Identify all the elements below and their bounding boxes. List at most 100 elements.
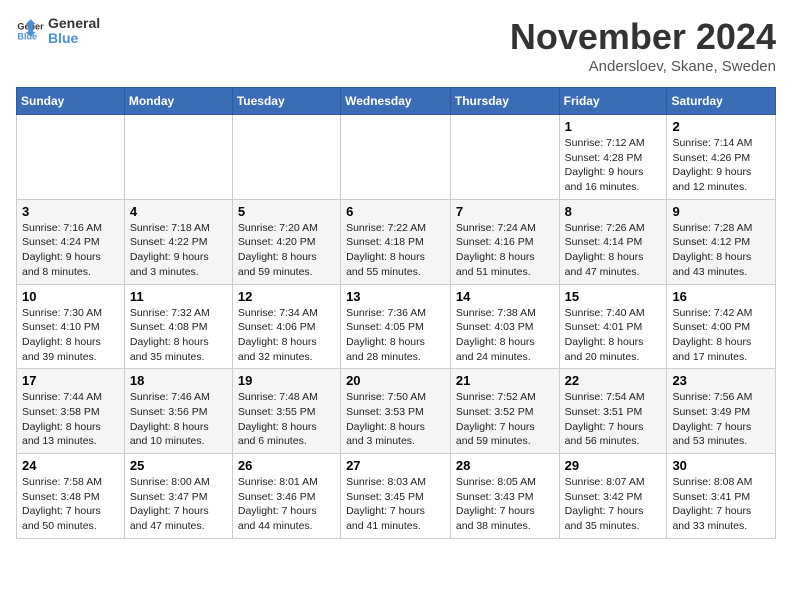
- logo-icon: General Blue: [16, 17, 44, 45]
- weekday-header-saturday: Saturday: [667, 88, 776, 115]
- calendar-cell: 12 Sunrise: 7:34 AM Sunset: 4:06 PM Dayli…: [232, 284, 340, 369]
- calendar-cell: 21Sunrise: 7:52 AM Sunset: 3:52 PM Dayli…: [450, 369, 559, 454]
- day-number: 12: [238, 289, 335, 304]
- day-number: 5: [238, 204, 335, 219]
- day-info: Sunrise: 8:08 AM Sunset: 3:41 PM Dayligh…: [672, 475, 770, 534]
- day-info: Sunrise: 7:46 AM Sunset: 3:56 PM Dayligh…: [130, 390, 227, 449]
- day-info: Sunrise: 7:38 AM Sunset: 4:03 PM Dayligh…: [456, 306, 554, 365]
- day-number: 16: [672, 289, 770, 304]
- day-info: Sunrise: 8:00 AM Sunset: 3:47 PM Dayligh…: [130, 475, 227, 534]
- calendar-cell: 11Sunrise: 7:32 AM Sunset: 4:08 PM Dayli…: [124, 284, 232, 369]
- logo: General Blue General Blue: [16, 16, 100, 47]
- calendar-week-row: 3 Sunrise: 7:16 AM Sunset: 4:24 PM Daylig…: [17, 199, 776, 284]
- calendar-table: SundayMondayTuesdayWednesdayThursdayFrid…: [16, 87, 776, 539]
- day-number: 11: [130, 289, 227, 304]
- day-number: 28: [456, 458, 554, 473]
- day-info: Sunrise: 7:24 AM Sunset: 4:16 PM Dayligh…: [456, 221, 554, 280]
- day-number: 18: [130, 373, 227, 388]
- weekday-header-thursday: Thursday: [450, 88, 559, 115]
- day-info: Sunrise: 8:03 AM Sunset: 3:45 PM Dayligh…: [346, 475, 445, 534]
- title-area: November 2024 Andersloev, Skane, Sweden: [510, 16, 776, 75]
- weekday-header-monday: Monday: [124, 88, 232, 115]
- day-info: Sunrise: 7:12 AM Sunset: 4:28 PM Dayligh…: [565, 136, 662, 195]
- day-info: Sunrise: 7:50 AM Sunset: 3:53 PM Dayligh…: [346, 390, 445, 449]
- calendar-cell: 22 Sunrise: 7:54 AM Sunset: 3:51 PM Dayli…: [559, 369, 667, 454]
- calendar-cell: 17Sunrise: 7:44 AM Sunset: 3:58 PM Dayli…: [17, 369, 125, 454]
- day-number: 23: [672, 373, 770, 388]
- day-number: 8: [565, 204, 662, 219]
- day-info: Sunrise: 7:44 AM Sunset: 3:58 PM Dayligh…: [22, 390, 119, 449]
- day-info: Sunrise: 7:14 AM Sunset: 4:26 PM Dayligh…: [672, 136, 770, 195]
- calendar-cell: 26Sunrise: 8:01 AM Sunset: 3:46 PM Dayli…: [232, 454, 340, 539]
- day-number: 4: [130, 204, 227, 219]
- calendar-cell: 29Sunrise: 8:07 AM Sunset: 3:42 PM Dayli…: [559, 454, 667, 539]
- day-number: 3: [22, 204, 119, 219]
- day-number: 26: [238, 458, 335, 473]
- day-info: Sunrise: 7:30 AM Sunset: 4:10 PM Dayligh…: [22, 306, 119, 365]
- calendar-week-row: 1 Sunrise: 7:12 AM Sunset: 4:28 PM Daylig…: [17, 115, 776, 200]
- day-info: Sunrise: 7:54 AM Sunset: 3:51 PM Dayligh…: [565, 390, 662, 449]
- header: General Blue General Blue November 2024 …: [16, 16, 776, 75]
- day-info: Sunrise: 8:05 AM Sunset: 3:43 PM Dayligh…: [456, 475, 554, 534]
- day-info: Sunrise: 7:20 AM Sunset: 4:20 PM Dayligh…: [238, 221, 335, 280]
- day-info: Sunrise: 7:42 AM Sunset: 4:00 PM Dayligh…: [672, 306, 770, 365]
- day-info: Sunrise: 7:16 AM Sunset: 4:24 PM Dayligh…: [22, 221, 119, 280]
- day-number: 22: [565, 373, 662, 388]
- weekday-header-wednesday: Wednesday: [341, 88, 451, 115]
- weekday-header-sunday: Sunday: [17, 88, 125, 115]
- day-info: Sunrise: 7:28 AM Sunset: 4:12 PM Dayligh…: [672, 221, 770, 280]
- day-number: 14: [456, 289, 554, 304]
- day-info: Sunrise: 7:34 AM Sunset: 4:06 PM Dayligh…: [238, 306, 335, 365]
- calendar-cell: 13 Sunrise: 7:36 AM Sunset: 4:05 PM Dayli…: [341, 284, 451, 369]
- calendar-cell: 5 Sunrise: 7:20 AM Sunset: 4:20 PM Daylig…: [232, 199, 340, 284]
- day-number: 13: [346, 289, 445, 304]
- calendar-cell: 19 Sunrise: 7:48 AM Sunset: 3:55 PM Dayli…: [232, 369, 340, 454]
- calendar-week-row: 17Sunrise: 7:44 AM Sunset: 3:58 PM Dayli…: [17, 369, 776, 454]
- location-title: Andersloev, Skane, Sweden: [510, 58, 776, 75]
- day-number: 27: [346, 458, 445, 473]
- day-number: 1: [565, 119, 662, 134]
- calendar-cell: 24 Sunrise: 7:58 AM Sunset: 3:48 PM Dayli…: [17, 454, 125, 539]
- day-number: 29: [565, 458, 662, 473]
- calendar-cell: 4 Sunrise: 7:18 AM Sunset: 4:22 PM Daylig…: [124, 199, 232, 284]
- day-number: 20: [346, 373, 445, 388]
- calendar-cell: [124, 115, 232, 200]
- day-number: 6: [346, 204, 445, 219]
- day-number: 30: [672, 458, 770, 473]
- calendar-cell: 28 Sunrise: 8:05 AM Sunset: 3:43 PM Dayli…: [450, 454, 559, 539]
- calendar-cell: 30 Sunrise: 8:08 AM Sunset: 3:41 PM Dayli…: [667, 454, 776, 539]
- calendar-week-row: 10 Sunrise: 7:30 AM Sunset: 4:10 PM Dayli…: [17, 284, 776, 369]
- day-number: 9: [672, 204, 770, 219]
- day-number: 10: [22, 289, 119, 304]
- calendar-cell: 7Sunrise: 7:24 AM Sunset: 4:16 PM Daylig…: [450, 199, 559, 284]
- calendar-cell: 25 Sunrise: 8:00 AM Sunset: 3:47 PM Dayli…: [124, 454, 232, 539]
- day-number: 2: [672, 119, 770, 134]
- calendar-cell: [17, 115, 125, 200]
- calendar-cell: 20 Sunrise: 7:50 AM Sunset: 3:53 PM Dayli…: [341, 369, 451, 454]
- calendar-cell: 3 Sunrise: 7:16 AM Sunset: 4:24 PM Daylig…: [17, 199, 125, 284]
- day-info: Sunrise: 7:36 AM Sunset: 4:05 PM Dayligh…: [346, 306, 445, 365]
- day-number: 15: [565, 289, 662, 304]
- day-number: 24: [22, 458, 119, 473]
- day-number: 25: [130, 458, 227, 473]
- calendar-cell: 2 Sunrise: 7:14 AM Sunset: 4:26 PM Daylig…: [667, 115, 776, 200]
- calendar-cell: [232, 115, 340, 200]
- day-info: Sunrise: 7:58 AM Sunset: 3:48 PM Dayligh…: [22, 475, 119, 534]
- calendar-cell: [450, 115, 559, 200]
- weekday-header-tuesday: Tuesday: [232, 88, 340, 115]
- day-info: Sunrise: 7:18 AM Sunset: 4:22 PM Dayligh…: [130, 221, 227, 280]
- day-info: Sunrise: 7:48 AM Sunset: 3:55 PM Dayligh…: [238, 390, 335, 449]
- day-number: 19: [238, 373, 335, 388]
- calendar-week-row: 24 Sunrise: 7:58 AM Sunset: 3:48 PM Dayli…: [17, 454, 776, 539]
- calendar-cell: 9 Sunrise: 7:28 AM Sunset: 4:12 PM Daylig…: [667, 199, 776, 284]
- weekday-header-friday: Friday: [559, 88, 667, 115]
- calendar-cell: 15 Sunrise: 7:40 AM Sunset: 4:01 PM Dayli…: [559, 284, 667, 369]
- day-info: Sunrise: 7:40 AM Sunset: 4:01 PM Dayligh…: [565, 306, 662, 365]
- calendar-cell: 14 Sunrise: 7:38 AM Sunset: 4:03 PM Dayli…: [450, 284, 559, 369]
- month-title: November 2024: [510, 16, 776, 58]
- day-info: Sunrise: 7:26 AM Sunset: 4:14 PM Dayligh…: [565, 221, 662, 280]
- calendar-cell: 16 Sunrise: 7:42 AM Sunset: 4:00 PM Dayli…: [667, 284, 776, 369]
- logo-line2: Blue: [48, 31, 100, 46]
- day-info: Sunrise: 7:22 AM Sunset: 4:18 PM Dayligh…: [346, 221, 445, 280]
- calendar-cell: 1 Sunrise: 7:12 AM Sunset: 4:28 PM Daylig…: [559, 115, 667, 200]
